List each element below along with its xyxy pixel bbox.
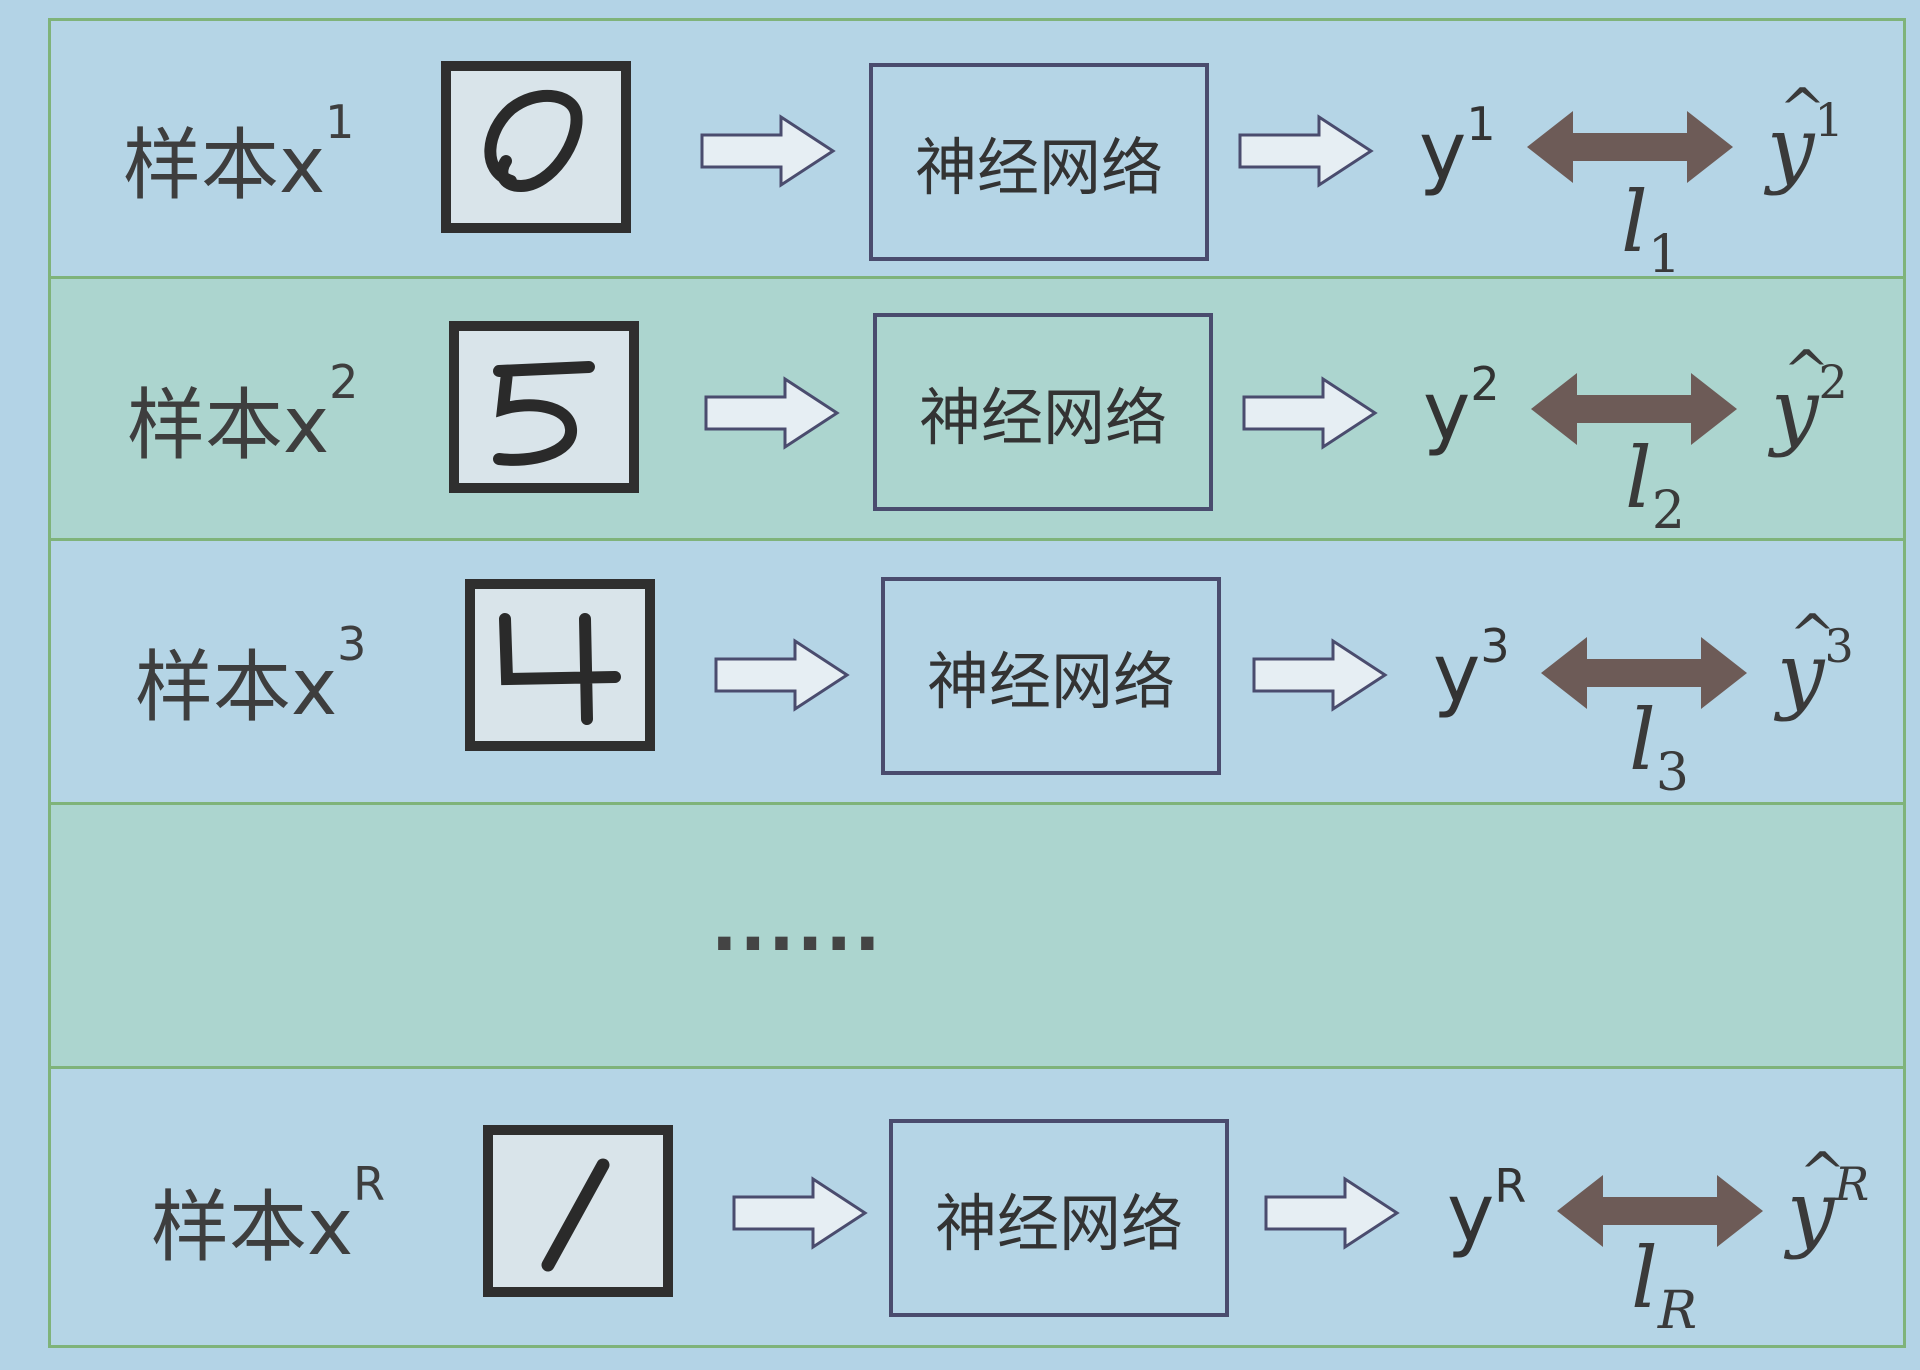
mnist-digit-4-image [465, 579, 655, 751]
sample-row-2: 样本x2 神经网络 y2 l2 ^ y2 [51, 279, 1903, 541]
target-yhat-r: ^ yR [1787, 1141, 1870, 1261]
ellipsis-row: ...... [51, 805, 1903, 1069]
training-samples-table: 样本x1 神经网络 y1 l1 ^ y1 样本x2 神经网络 y2 l2 ^ y… [48, 18, 1906, 1348]
hollow-arrow-icon [700, 114, 836, 188]
sample-label-3: 样本x3 [135, 617, 367, 733]
output-y-1: y1 [1419, 97, 1496, 198]
neural-network-box-2: 神经网络 [873, 313, 1213, 511]
neural-network-box-3: 神经网络 [881, 577, 1221, 775]
loss-l-r: lR [1631, 1229, 1698, 1341]
neural-network-box-1: 神经网络 [869, 63, 1209, 261]
loss-l-3: l3 [1629, 691, 1689, 803]
neural-network-box-r: 神经网络 [889, 1119, 1229, 1317]
hollow-arrow-icon [1252, 638, 1388, 712]
sample-row-3: 样本x3 神经网络 y3 l3 ^ y3 [51, 541, 1903, 805]
hollow-arrow-icon [714, 638, 850, 712]
output-y-2: y2 [1423, 357, 1500, 458]
loss-l-1: l1 [1621, 173, 1681, 285]
hollow-arrow-icon [1264, 1176, 1400, 1250]
hollow-arrow-icon [704, 376, 840, 450]
mnist-digit-1-image [483, 1125, 673, 1297]
target-yhat-2: ^ y2 [1771, 339, 1848, 459]
loss-l-2: l2 [1625, 429, 1685, 541]
hollow-arrow-icon [1238, 114, 1374, 188]
sample-label-1: 样本x1 [123, 95, 355, 211]
ellipsis-text: ...... [711, 885, 883, 967]
mnist-digit-0-image [441, 61, 631, 233]
sample-label-2: 样本x2 [127, 355, 359, 471]
hollow-arrow-icon [1242, 376, 1378, 450]
output-y-3: y3 [1433, 619, 1510, 720]
sample-row-1: 样本x1 神经网络 y1 l1 ^ y1 [51, 21, 1903, 285]
output-y-r: yR [1447, 1159, 1527, 1260]
mnist-digit-5-image [449, 321, 639, 493]
target-yhat-3: ^ y3 [1777, 603, 1854, 723]
sample-row-r: 样本xR 神经网络 yR lR ^ yR [51, 1069, 1903, 1345]
hollow-arrow-icon [732, 1176, 868, 1250]
target-yhat-1: ^ y1 [1767, 77, 1844, 197]
sample-label-r: 样本xR [151, 1157, 386, 1273]
